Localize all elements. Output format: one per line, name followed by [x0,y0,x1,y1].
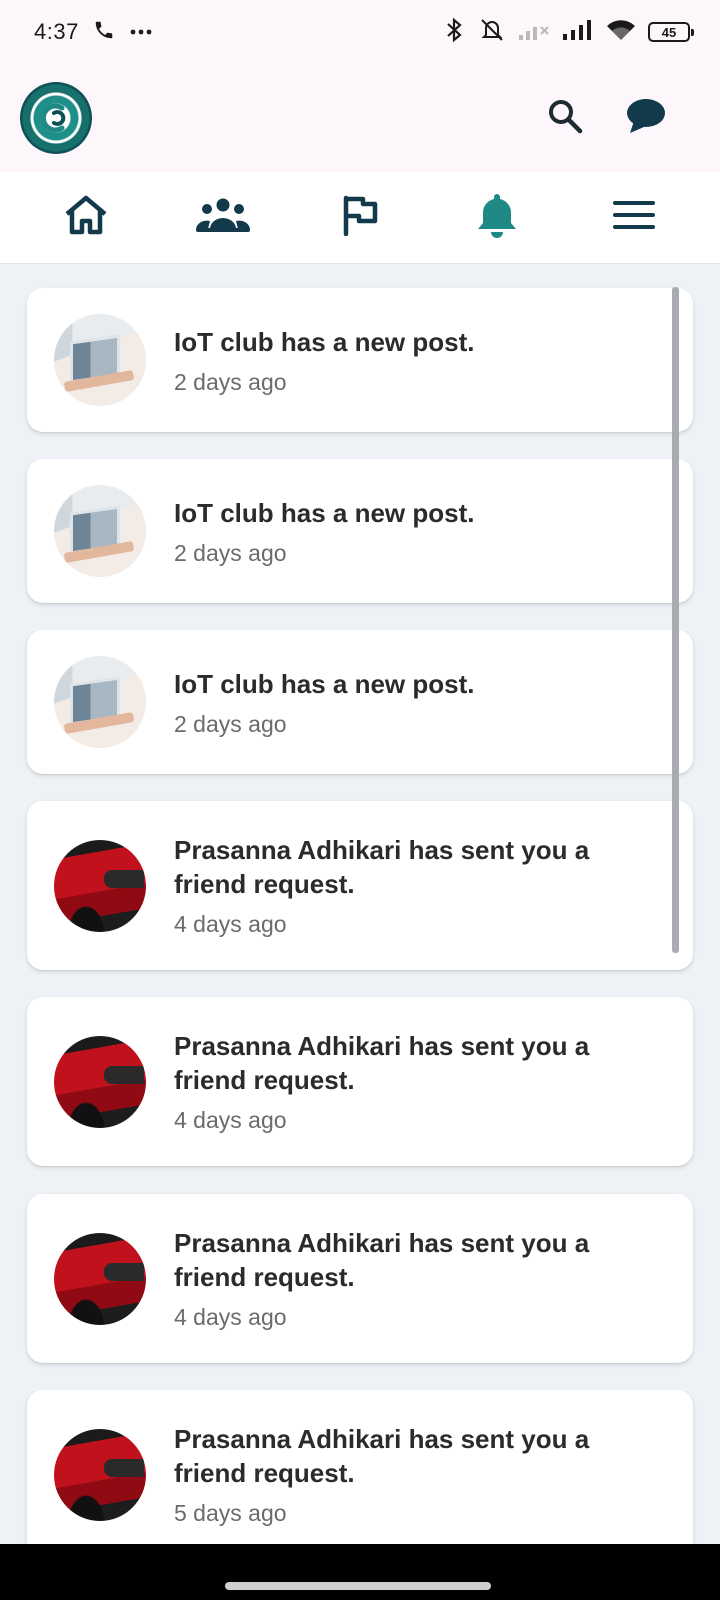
nav-groups[interactable] [183,183,263,253]
avatar [54,839,146,932]
notification-list[interactable]: IoT club has a new post. 2 days ago IoT … [0,264,720,1544]
notification-card[interactable]: IoT club has a new post. 2 days ago [27,459,693,603]
notification-text: IoT club has a new post. 2 days ago [174,496,663,567]
logo-mark-icon [40,103,66,133]
battery-level: 45 [661,24,677,40]
club-logo[interactable] [20,82,92,154]
status-bar: 4:37 45 [0,0,720,64]
notification-card[interactable]: IoT club has a new post. 2 days ago [27,288,693,432]
notification-text: IoT club has a new post. 2 days ago [174,325,663,396]
notification-card[interactable]: Prasanna Adhikari has sent you a friend … [27,997,693,1166]
signal-weak-icon [518,19,550,46]
flag-icon [340,194,380,241]
home-icon [63,194,109,241]
battery-icon: 45 [648,22,694,42]
notification-message: Prasanna Adhikari has sent you a friend … [174,835,590,899]
home-gesture-bar[interactable] [225,1582,491,1590]
bluetooth-icon [442,17,466,48]
nav-notifications[interactable] [457,183,537,253]
notification-card[interactable]: Prasanna Adhikari has sent you a friend … [27,1194,693,1363]
search-button[interactable] [546,97,584,140]
bell-icon [475,191,519,244]
notification-message: IoT club has a new post. [174,668,475,699]
notification-time: 5 days ago [174,1500,287,1526]
notification-message: Prasanna Adhikari has sent you a friend … [174,1424,590,1488]
notification-text: Prasanna Adhikari has sent you a friend … [174,1226,663,1331]
messages-button[interactable] [624,97,666,140]
status-time: 4:37 [34,19,79,44]
avatar [54,1428,146,1521]
notification-card[interactable]: IoT club has a new post. 2 days ago [27,630,693,774]
notification-time: 4 days ago [174,1304,287,1330]
notification-card[interactable]: Prasanna Adhikari has sent you a friend … [27,801,693,970]
signal-icon [562,19,594,46]
notification-time: 2 days ago [174,539,287,566]
wifi-icon [606,18,636,47]
app-header [0,64,720,172]
notification-time: 2 days ago [174,710,287,737]
system-nav-bar [0,1544,720,1600]
header-actions [546,97,700,140]
avatar [54,1232,146,1325]
notification-time: 4 days ago [174,911,287,937]
menu-icon [612,199,656,236]
notification-time: 2 days ago [174,368,287,395]
avatar [54,485,146,577]
notification-message: IoT club has a new post. [174,497,475,528]
avatar [54,314,146,406]
bell-off-icon [478,17,506,48]
main-nav [0,172,720,264]
notification-text: Prasanna Adhikari has sent you a friend … [174,1029,663,1134]
notification-time: 4 days ago [174,1107,287,1133]
people-icon [194,197,252,238]
avatar [54,1035,146,1128]
notification-message: IoT club has a new post. [174,326,475,357]
avatar [54,656,146,748]
nav-pages[interactable] [320,183,400,253]
more-dots-icon [129,23,153,41]
chat-bubble-icon [624,97,666,140]
search-icon [546,97,584,140]
notification-text: Prasanna Adhikari has sent you a friend … [174,1422,663,1527]
notification-message: Prasanna Adhikari has sent you a friend … [174,1228,590,1292]
phone-icon [93,19,115,46]
status-right: 45 [442,17,694,48]
notification-card[interactable]: Prasanna Adhikari has sent you a friend … [27,1390,693,1544]
nav-menu[interactable] [594,183,674,253]
nav-home[interactable] [46,183,126,253]
status-left: 4:37 [34,19,153,46]
notification-text: IoT club has a new post. 2 days ago [174,667,663,738]
notification-text: Prasanna Adhikari has sent you a friend … [174,833,663,938]
feed-scrollbar[interactable] [672,287,679,953]
notification-message: Prasanna Adhikari has sent you a friend … [174,1031,590,1095]
